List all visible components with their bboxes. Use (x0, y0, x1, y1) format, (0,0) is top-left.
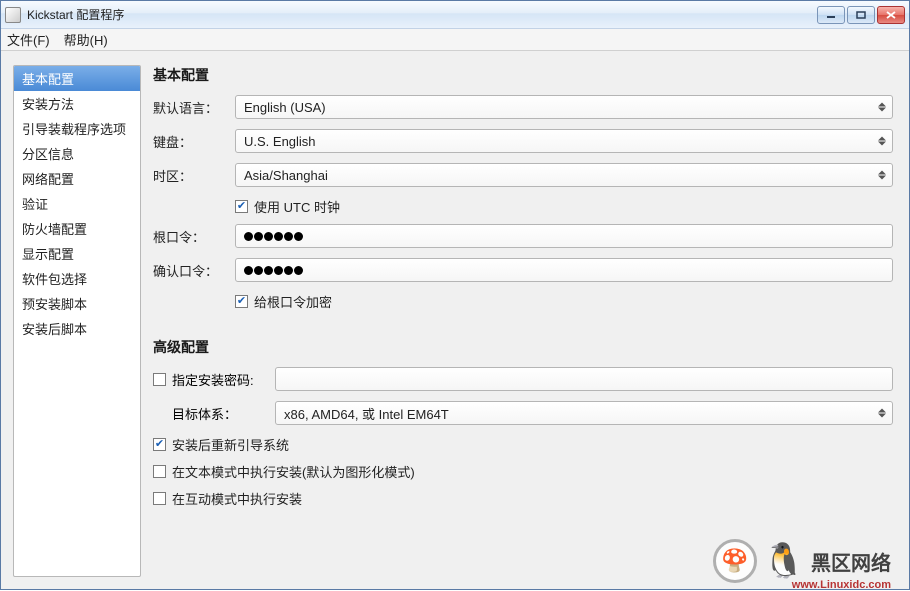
close-button[interactable] (877, 6, 905, 24)
combo-timezone[interactable]: Asia/Shanghai (235, 163, 893, 187)
basic-heading: 基本配置 (153, 65, 893, 85)
spinner-icon (878, 171, 886, 180)
maximize-icon (856, 11, 866, 19)
checkbox-interactive[interactable] (153, 492, 166, 505)
row-rootpw: 根口令： (153, 224, 893, 248)
watermark-url: www.Linuxidc.com (792, 579, 891, 591)
sidebar-item-preinstall[interactable]: 预安装脚本 (14, 291, 140, 316)
checkbox-utc[interactable]: ✔ (235, 200, 248, 213)
checkbox-install-key[interactable] (153, 373, 166, 386)
main-panel: 基本配置 默认语言： English (USA) 键盘： U.S. Englis… (153, 65, 897, 577)
menubar: 文件(F) 帮助(H) (1, 29, 909, 51)
row-keyboard: 键盘： U.S. English (153, 129, 893, 153)
sidebar-item-install-method[interactable]: 安装方法 (14, 91, 140, 116)
sidebar-item-basic[interactable]: 基本配置 (14, 66, 140, 91)
row-install-key: 指定安装密码: (153, 367, 893, 391)
app-window: Kickstart 配置程序 文件(F) 帮助(H) 基本配置 安装方法 引导装… (0, 0, 910, 590)
label-language: 默认语言： (153, 98, 235, 117)
menu-file[interactable]: 文件(F) (7, 30, 50, 49)
row-utc: ✔ 使用 UTC 时钟 (235, 197, 893, 216)
titlebar[interactable]: Kickstart 配置程序 (1, 1, 909, 29)
row-timezone: 时区： Asia/Shanghai (153, 163, 893, 187)
input-rootpw[interactable] (235, 224, 893, 248)
window-controls (817, 6, 905, 24)
content-area: 基本配置 安装方法 引导装载程序选项 分区信息 网络配置 验证 防火墙配置 显示… (1, 51, 909, 589)
label-encryptpw: 给根口令加密 (254, 292, 332, 311)
sidebar-item-partition[interactable]: 分区信息 (14, 141, 140, 166)
spinner-icon (878, 137, 886, 146)
sidebar-item-auth[interactable]: 验证 (14, 191, 140, 216)
label-reboot: 安装后重新引导系统 (172, 435, 289, 454)
label-install-key: 指定安装密码: (172, 370, 254, 389)
sidebar: 基本配置 安装方法 引导装载程序选项 分区信息 网络配置 验证 防火墙配置 显示… (13, 65, 141, 577)
combo-arch[interactable]: x86, AMD64, 或 Intel EM64T (275, 401, 893, 425)
row-opt-reboot: ✔ 安装后重新引导系统 (153, 435, 893, 454)
sidebar-item-display[interactable]: 显示配置 (14, 241, 140, 266)
password-mask (244, 263, 304, 278)
combo-timezone-value: Asia/Shanghai (244, 168, 328, 183)
combo-arch-value: x86, AMD64, 或 Intel EM64T (284, 404, 449, 423)
label-utc: 使用 UTC 时钟 (254, 197, 340, 216)
input-install-key[interactable] (275, 367, 893, 391)
combo-keyboard[interactable]: U.S. English (235, 129, 893, 153)
input-confirmpw[interactable] (235, 258, 893, 282)
password-mask (244, 229, 304, 244)
row-encryptpw: ✔ 给根口令加密 (235, 292, 893, 311)
close-icon (886, 11, 896, 19)
advanced-heading: 高级配置 (153, 337, 893, 357)
row-opt-interactive: 在互动模式中执行安装 (153, 489, 893, 508)
label-keyboard: 键盘： (153, 132, 235, 151)
checkbox-textmode[interactable] (153, 465, 166, 478)
sidebar-item-bootloader[interactable]: 引导装载程序选项 (14, 116, 140, 141)
sidebar-item-packages[interactable]: 软件包选择 (14, 266, 140, 291)
maximize-button[interactable] (847, 6, 875, 24)
checkbox-reboot[interactable]: ✔ (153, 438, 166, 451)
minimize-button[interactable] (817, 6, 845, 24)
label-textmode: 在文本模式中执行安装(默认为图形化模式) (172, 462, 415, 481)
combo-language[interactable]: English (USA) (235, 95, 893, 119)
checkbox-encryptpw[interactable]: ✔ (235, 295, 248, 308)
label-rootpw: 根口令： (153, 227, 235, 246)
window-title: Kickstart 配置程序 (27, 6, 817, 23)
sidebar-item-firewall[interactable]: 防火墙配置 (14, 216, 140, 241)
row-opt-textmode: 在文本模式中执行安装(默认为图形化模式) (153, 462, 893, 481)
minimize-icon (826, 11, 836, 19)
app-icon (5, 7, 21, 23)
row-confirmpw: 确认口令： (153, 258, 893, 282)
row-language: 默认语言： English (USA) (153, 95, 893, 119)
label-confirmpw: 确认口令： (153, 261, 235, 280)
row-arch: 目标体系： x86, AMD64, 或 Intel EM64T (153, 401, 893, 425)
sidebar-item-postinstall[interactable]: 安装后脚本 (14, 316, 140, 341)
menu-help[interactable]: 帮助(H) (64, 30, 108, 49)
spinner-icon (878, 409, 886, 418)
label-timezone: 时区： (153, 166, 235, 185)
sidebar-item-network[interactable]: 网络配置 (14, 166, 140, 191)
combo-keyboard-value: U.S. English (244, 134, 316, 149)
label-arch: 目标体系： (172, 404, 237, 423)
combo-language-value: English (USA) (244, 100, 326, 115)
label-interactive: 在互动模式中执行安装 (172, 489, 302, 508)
spinner-icon (878, 103, 886, 112)
